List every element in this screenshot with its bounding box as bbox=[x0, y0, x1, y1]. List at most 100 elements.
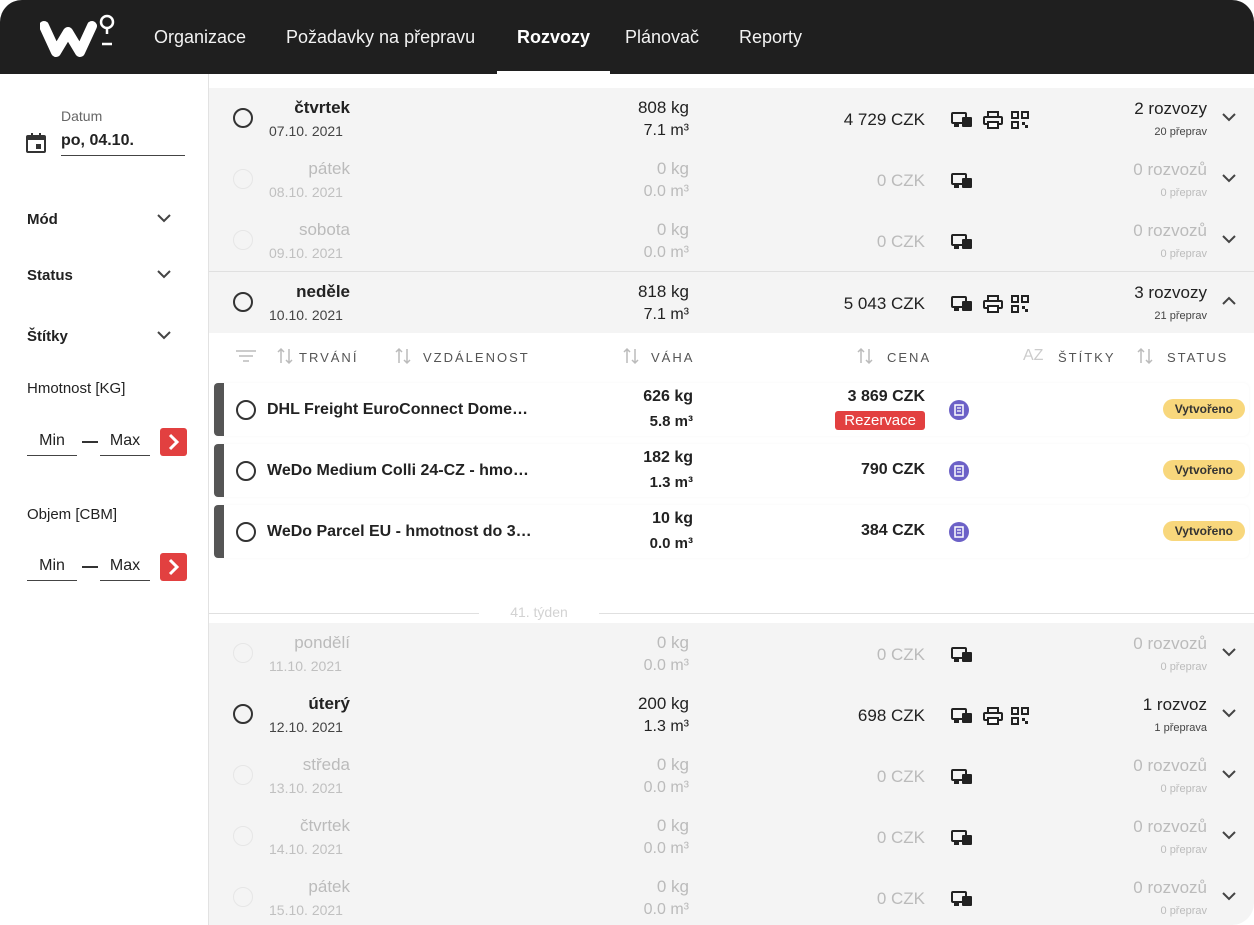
col-distance[interactable]: VZDÁLENOST bbox=[423, 350, 530, 365]
print-icon[interactable] bbox=[983, 111, 1003, 134]
map-icon[interactable] bbox=[951, 646, 973, 669]
sort-icon[interactable] bbox=[623, 347, 639, 365]
col-price[interactable]: CENA bbox=[887, 350, 931, 365]
nav-planovac[interactable]: Plánovač bbox=[605, 0, 719, 74]
day-row[interactable]: čtvrtek 14.10. 2021 0 kg 0.0 m³ 0 CZK 0 … bbox=[209, 806, 1254, 867]
day-shipment-count: 0 přeprav bbox=[1160, 783, 1207, 795]
weight-min-input[interactable]: Min bbox=[27, 426, 77, 456]
filter-lines-icon[interactable] bbox=[235, 349, 257, 363]
filter-label: Status bbox=[27, 267, 73, 284]
day-row[interactable]: středa 13.10. 2021 0 kg 0.0 m³ 0 CZK 0 r… bbox=[209, 745, 1254, 806]
day-row[interactable]: úterý 12.10. 2021 200 kg 1.3 m³ 698 CZK … bbox=[209, 684, 1254, 745]
day-row[interactable]: pátek 08.10. 2021 0 kg 0.0 m³ 0 CZK 0 ro… bbox=[209, 149, 1254, 210]
sort-icon[interactable] bbox=[277, 347, 293, 365]
day-row[interactable]: neděle 10.10. 2021 818 kg 7.1 m³ 5 043 C… bbox=[209, 272, 1254, 333]
app-logo[interactable] bbox=[40, 12, 118, 60]
weight-max-input[interactable]: Max bbox=[100, 426, 150, 456]
status-badge: Vytvořeno bbox=[1162, 460, 1245, 480]
chevron-down-icon[interactable] bbox=[1222, 173, 1236, 183]
reservation-badge: Rezervace bbox=[835, 411, 925, 430]
day-select-radio[interactable] bbox=[233, 292, 253, 312]
carrier-name: WeDo Medium Colli 24-CZ - hmo… bbox=[267, 462, 529, 479]
chevron-down-icon[interactable] bbox=[1222, 112, 1236, 122]
volume-apply-button[interactable] bbox=[160, 553, 187, 581]
print-icon[interactable] bbox=[983, 295, 1003, 318]
nav-rozvozy[interactable]: Rozvozy bbox=[497, 0, 611, 74]
day-select-radio[interactable] bbox=[233, 826, 253, 846]
date-input[interactable]: po, 04.10. bbox=[61, 126, 185, 156]
day-select-radio[interactable] bbox=[233, 108, 253, 128]
filter-mod[interactable]: Mód bbox=[27, 211, 177, 228]
map-icon[interactable] bbox=[951, 768, 973, 791]
col-duration[interactable]: TRVÁNÍ bbox=[299, 350, 358, 365]
delivery-item[interactable]: WeDo Parcel EU - hmotnost do 3… 10 kg 0.… bbox=[214, 505, 1249, 558]
delivery-item[interactable]: WeDo Medium Colli 24-CZ - hmo… 182 kg 1.… bbox=[214, 444, 1249, 497]
item-select-radio[interactable] bbox=[236, 400, 256, 420]
day-shipment-count: 20 přeprav bbox=[1154, 126, 1207, 138]
day-weight: 0 kg bbox=[656, 816, 689, 835]
sort-icon[interactable] bbox=[857, 347, 873, 365]
chevron-up-icon[interactable] bbox=[1222, 296, 1236, 306]
calendar-icon[interactable] bbox=[25, 132, 47, 154]
day-price: 0 CZK bbox=[876, 828, 925, 847]
chevron-down-icon[interactable] bbox=[1222, 830, 1236, 840]
map-icon[interactable] bbox=[951, 890, 973, 913]
col-weight[interactable]: VÁHA bbox=[651, 350, 694, 365]
chevron-down-icon[interactable] bbox=[1222, 234, 1236, 244]
carrier-name: DHL Freight EuroConnect Dome… bbox=[267, 401, 529, 418]
day-select-radio[interactable] bbox=[233, 643, 253, 663]
day-select-radio[interactable] bbox=[233, 169, 253, 189]
nav-pozadavky[interactable]: Požadavky na přepravu bbox=[266, 0, 495, 74]
drag-handle[interactable] bbox=[214, 505, 224, 558]
day-select-radio[interactable] bbox=[233, 765, 253, 785]
qr-icon[interactable] bbox=[1011, 707, 1029, 730]
chevron-right-icon bbox=[168, 433, 180, 451]
nav-organizace[interactable]: Organizace bbox=[134, 0, 266, 74]
day-date: 09.10. 2021 bbox=[269, 245, 343, 261]
chevron-down-icon[interactable] bbox=[1222, 769, 1236, 779]
sort-icon[interactable] bbox=[1137, 347, 1153, 365]
map-icon[interactable] bbox=[951, 295, 973, 318]
qr-icon[interactable] bbox=[1011, 295, 1029, 318]
day-row[interactable]: sobota 09.10. 2021 0 kg 0.0 m³ 0 CZK 0 r… bbox=[209, 210, 1254, 271]
volume-min-input[interactable]: Min bbox=[27, 551, 77, 581]
chevron-down-icon[interactable] bbox=[1222, 647, 1236, 657]
az-sort-icon[interactable]: AZ bbox=[1023, 347, 1043, 365]
day-price: 698 CZK bbox=[857, 706, 925, 725]
filter-status[interactable]: Status bbox=[27, 267, 177, 284]
day-row[interactable]: čtvrtek 07.10. 2021 808 kg 7.1 m³ 4 729 … bbox=[209, 88, 1254, 149]
drag-handle[interactable] bbox=[214, 383, 224, 436]
weight-apply-button[interactable] bbox=[160, 428, 187, 456]
day-row[interactable]: pondělí 11.10. 2021 0 kg 0.0 m³ 0 CZK 0 … bbox=[209, 623, 1254, 684]
map-icon[interactable] bbox=[951, 111, 973, 134]
volume-max-input[interactable]: Max bbox=[100, 551, 150, 581]
day-select-radio[interactable] bbox=[233, 704, 253, 724]
item-select-radio[interactable] bbox=[236, 522, 256, 542]
map-icon[interactable] bbox=[951, 233, 973, 256]
day-volume: 0.0 m³ bbox=[643, 840, 689, 857]
chevron-down-icon bbox=[157, 270, 171, 279]
sort-icon[interactable] bbox=[395, 347, 411, 365]
map-icon[interactable] bbox=[951, 707, 973, 730]
day-row[interactable]: pátek 15.10. 2021 0 kg 0.0 m³ 0 CZK 0 ro… bbox=[209, 867, 1254, 925]
col-tags[interactable]: ŠTÍTKY bbox=[1058, 350, 1116, 365]
day-weight: 0 kg bbox=[656, 877, 689, 896]
day-select-radio[interactable] bbox=[233, 887, 253, 907]
day-select-radio[interactable] bbox=[233, 230, 253, 250]
qr-icon[interactable] bbox=[1011, 111, 1029, 134]
nav-reporty[interactable]: Reporty bbox=[719, 0, 822, 74]
chevron-down-icon[interactable] bbox=[1222, 708, 1236, 718]
day-weight: 0 kg bbox=[656, 633, 689, 652]
print-icon[interactable] bbox=[983, 707, 1003, 730]
map-icon[interactable] bbox=[951, 829, 973, 852]
drag-handle[interactable] bbox=[214, 444, 224, 497]
day-price: 0 CZK bbox=[876, 171, 925, 190]
chevron-down-icon[interactable] bbox=[1222, 891, 1236, 901]
filter-stitky[interactable]: Štítky bbox=[27, 328, 177, 345]
day-name: čtvrtek bbox=[299, 816, 350, 835]
map-icon[interactable] bbox=[951, 172, 973, 195]
day-date: 12.10. 2021 bbox=[269, 719, 343, 735]
col-status[interactable]: STATUS bbox=[1167, 350, 1228, 365]
item-select-radio[interactable] bbox=[236, 461, 256, 481]
delivery-item[interactable]: DHL Freight EuroConnect Dome… 626 kg 5.8… bbox=[214, 383, 1249, 436]
